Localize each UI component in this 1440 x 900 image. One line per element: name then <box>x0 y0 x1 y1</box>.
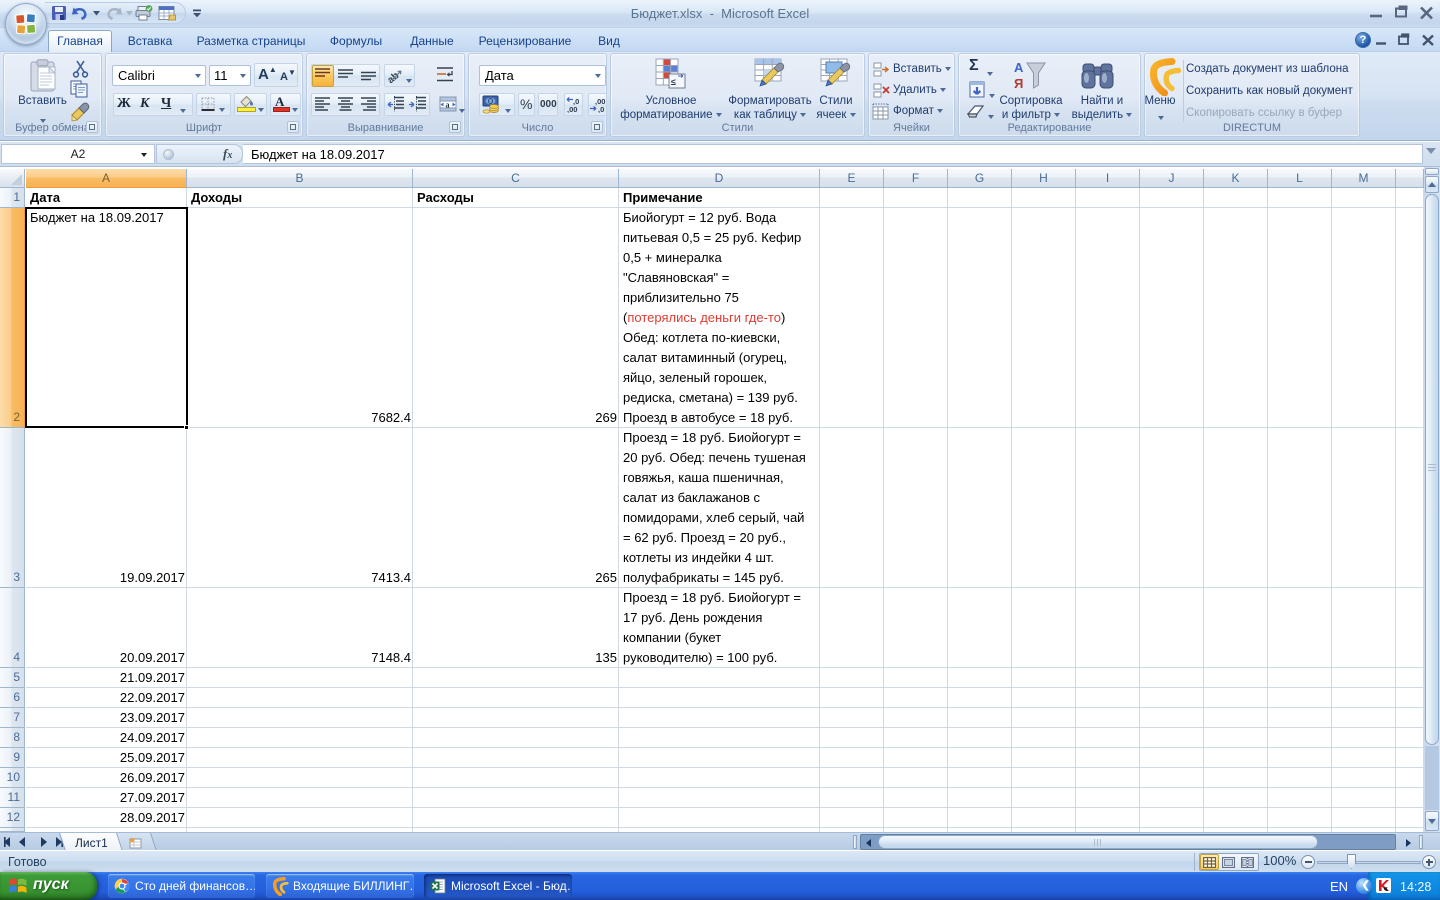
svg-text:Я: Я <box>1014 76 1023 91</box>
svg-text:,00: ,00 <box>567 105 577 113</box>
svg-text:,0: ,0 <box>598 105 604 113</box>
svg-text:a: a <box>446 101 450 110</box>
svg-text:≤: ≤ <box>671 77 676 87</box>
svg-text:А: А <box>1014 60 1024 75</box>
